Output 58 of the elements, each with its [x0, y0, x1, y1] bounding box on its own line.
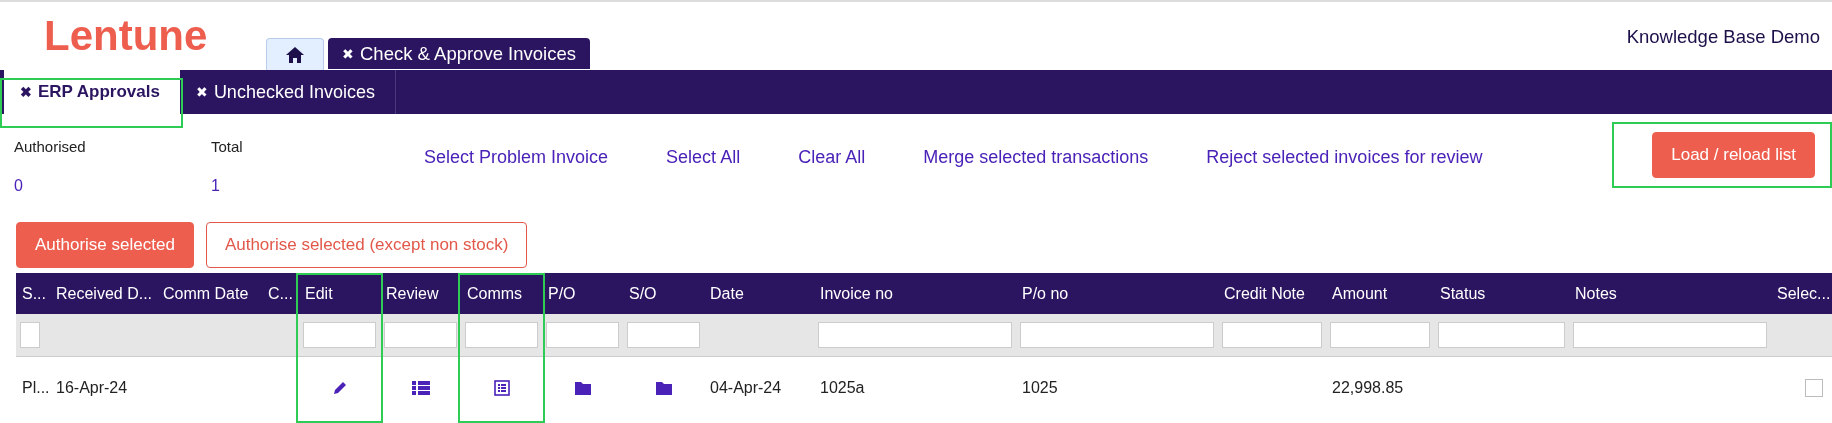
- filter-field[interactable]: [1438, 322, 1565, 348]
- column-header[interactable]: Selec...: [1771, 273, 1832, 314]
- column-header[interactable]: Invoice no: [814, 273, 1016, 314]
- column-header[interactable]: Review: [380, 273, 461, 314]
- column-header[interactable]: Comms: [461, 273, 542, 314]
- logo: Lentune: [44, 12, 208, 60]
- stat-label: Total: [211, 138, 244, 155]
- column-header[interactable]: Notes: [1569, 273, 1771, 314]
- company-name: Knowledge Base Demo: [1626, 26, 1820, 48]
- authorise-button[interactable]: Authorise selected (except non stock): [205, 222, 528, 268]
- stat-value: 1: [211, 177, 221, 195]
- filter-field[interactable]: [1222, 322, 1322, 348]
- home-icon: [285, 45, 305, 64]
- document-icon[interactable]: [493, 380, 510, 396]
- column-header[interactable]: S...: [16, 273, 50, 314]
- table-cell: Pl...: [22, 379, 50, 397]
- filter-field[interactable]: [546, 322, 619, 348]
- page-tab[interactable]: ✖ Check & Approve Invoices: [328, 38, 590, 69]
- stat-label: Authorised: [14, 138, 87, 155]
- home-tab[interactable]: [266, 38, 324, 70]
- column-header[interactable]: Credit Note: [1218, 273, 1326, 314]
- filter-field[interactable]: [818, 322, 1012, 348]
- filter-field[interactable]: [303, 322, 376, 348]
- filter-field[interactable]: [1330, 322, 1430, 348]
- column-header[interactable]: S/O: [623, 273, 704, 314]
- table-cell: 16-Apr-24: [56, 379, 128, 397]
- column-header[interactable]: Comm Date: [157, 273, 262, 314]
- filter-field[interactable]: [1573, 322, 1767, 348]
- filter-field[interactable]: [20, 322, 40, 348]
- stat-value: 0: [14, 177, 24, 195]
- column-header[interactable]: Status: [1434, 273, 1569, 314]
- column-header[interactable]: Received D...: [50, 273, 157, 314]
- table-cell: 1025a: [820, 379, 865, 397]
- row-checkbox[interactable]: [1805, 379, 1823, 397]
- column-header[interactable]: Date: [704, 273, 814, 314]
- filter-field[interactable]: [1020, 322, 1214, 348]
- action-link[interactable]: Select All: [666, 147, 741, 168]
- list-icon[interactable]: [411, 380, 430, 396]
- column-header[interactable]: Amount: [1326, 273, 1434, 314]
- column-header[interactable]: P/O: [542, 273, 623, 314]
- filter-field[interactable]: [384, 322, 457, 348]
- column-header[interactable]: Edit: [299, 273, 380, 314]
- sub-tab[interactable]: ✖ Unchecked Invoices: [179, 70, 396, 114]
- action-link[interactable]: Reject selected invoices for review: [1206, 147, 1483, 168]
- table-cell: 04-Apr-24: [710, 379, 782, 397]
- pencil-icon[interactable]: [331, 380, 348, 396]
- filter-field[interactable]: [627, 322, 700, 348]
- action-link[interactable]: Select Problem Invoice: [424, 147, 609, 168]
- filter-field[interactable]: [465, 322, 538, 348]
- column-header[interactable]: C...: [262, 273, 299, 314]
- action-link[interactable]: Clear All: [798, 147, 866, 168]
- sub-tab[interactable]: ✖ ERP Approvals: [4, 70, 180, 114]
- column-header[interactable]: P/o no: [1016, 273, 1218, 314]
- table-cell: 1025: [1022, 379, 1058, 397]
- folder-icon[interactable]: [654, 380, 673, 396]
- folder-icon[interactable]: [573, 380, 592, 396]
- action-link[interactable]: Merge selected transactions: [923, 147, 1149, 168]
- table-cell: 22,998.85: [1332, 379, 1404, 397]
